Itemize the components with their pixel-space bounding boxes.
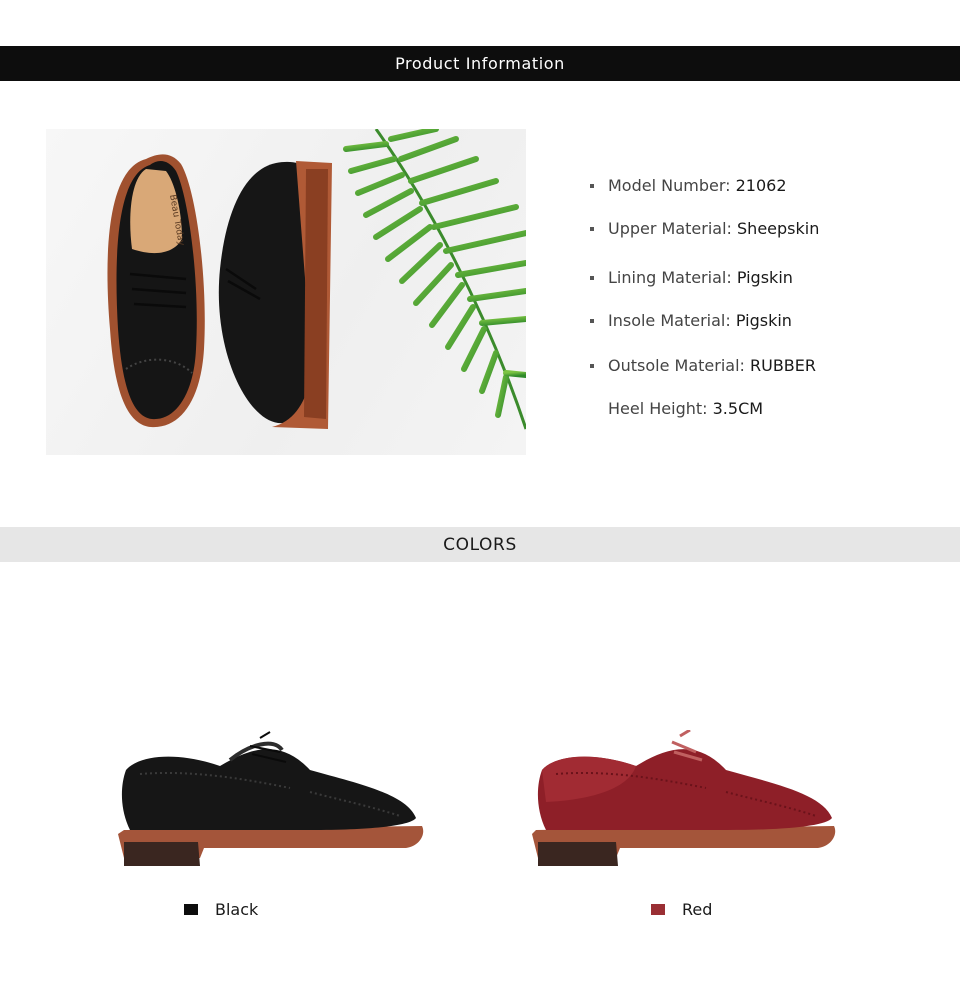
bullet-icon — [590, 184, 594, 188]
color-label: Black — [215, 900, 259, 919]
red-shoe-image[interactable] — [528, 730, 848, 870]
colors-header: COLORS — [0, 527, 960, 562]
spec-value: Pigskin — [735, 311, 792, 330]
spec-value: Sheepskin — [737, 219, 820, 238]
bullet-icon — [590, 319, 594, 323]
spec-label: Heel Height: — [608, 399, 708, 418]
color-option-black[interactable]: Black — [184, 900, 258, 919]
spec-value: Pigskin — [736, 268, 793, 287]
bullet-icon — [590, 364, 594, 368]
color-option-red[interactable]: Red — [651, 900, 712, 919]
spec-label: Insole Material: — [608, 311, 731, 330]
spec-label: Model Number: — [608, 176, 731, 195]
section-title: COLORS — [443, 534, 517, 555]
bullet-icon — [590, 227, 594, 231]
black-swatch-icon — [184, 904, 198, 915]
spec-label: Outsole Material: — [608, 356, 745, 375]
spec-value: 21062 — [735, 176, 787, 195]
right-shoe-top-view — [218, 161, 332, 429]
spec-label: Lining Material: — [608, 268, 732, 287]
spec-value: 3.5CM — [712, 399, 764, 418]
section-title: Product Information — [395, 54, 565, 73]
color-label: Red — [682, 900, 713, 919]
black-shoe-image[interactable] — [110, 730, 430, 870]
left-shoe-top-view: Beau Today — [107, 154, 205, 428]
red-swatch-icon — [651, 904, 665, 915]
shoes-top-view-illustration: Beau Today — [107, 129, 526, 430]
hero-product-image: Beau Today — [46, 129, 526, 455]
product-information-header: Product Information — [0, 46, 960, 81]
palm-leaf-icon — [343, 129, 526, 430]
bullet-icon — [590, 276, 594, 280]
spec-label: Upper Material: — [608, 219, 732, 238]
spec-value: RUBBER — [750, 356, 817, 375]
